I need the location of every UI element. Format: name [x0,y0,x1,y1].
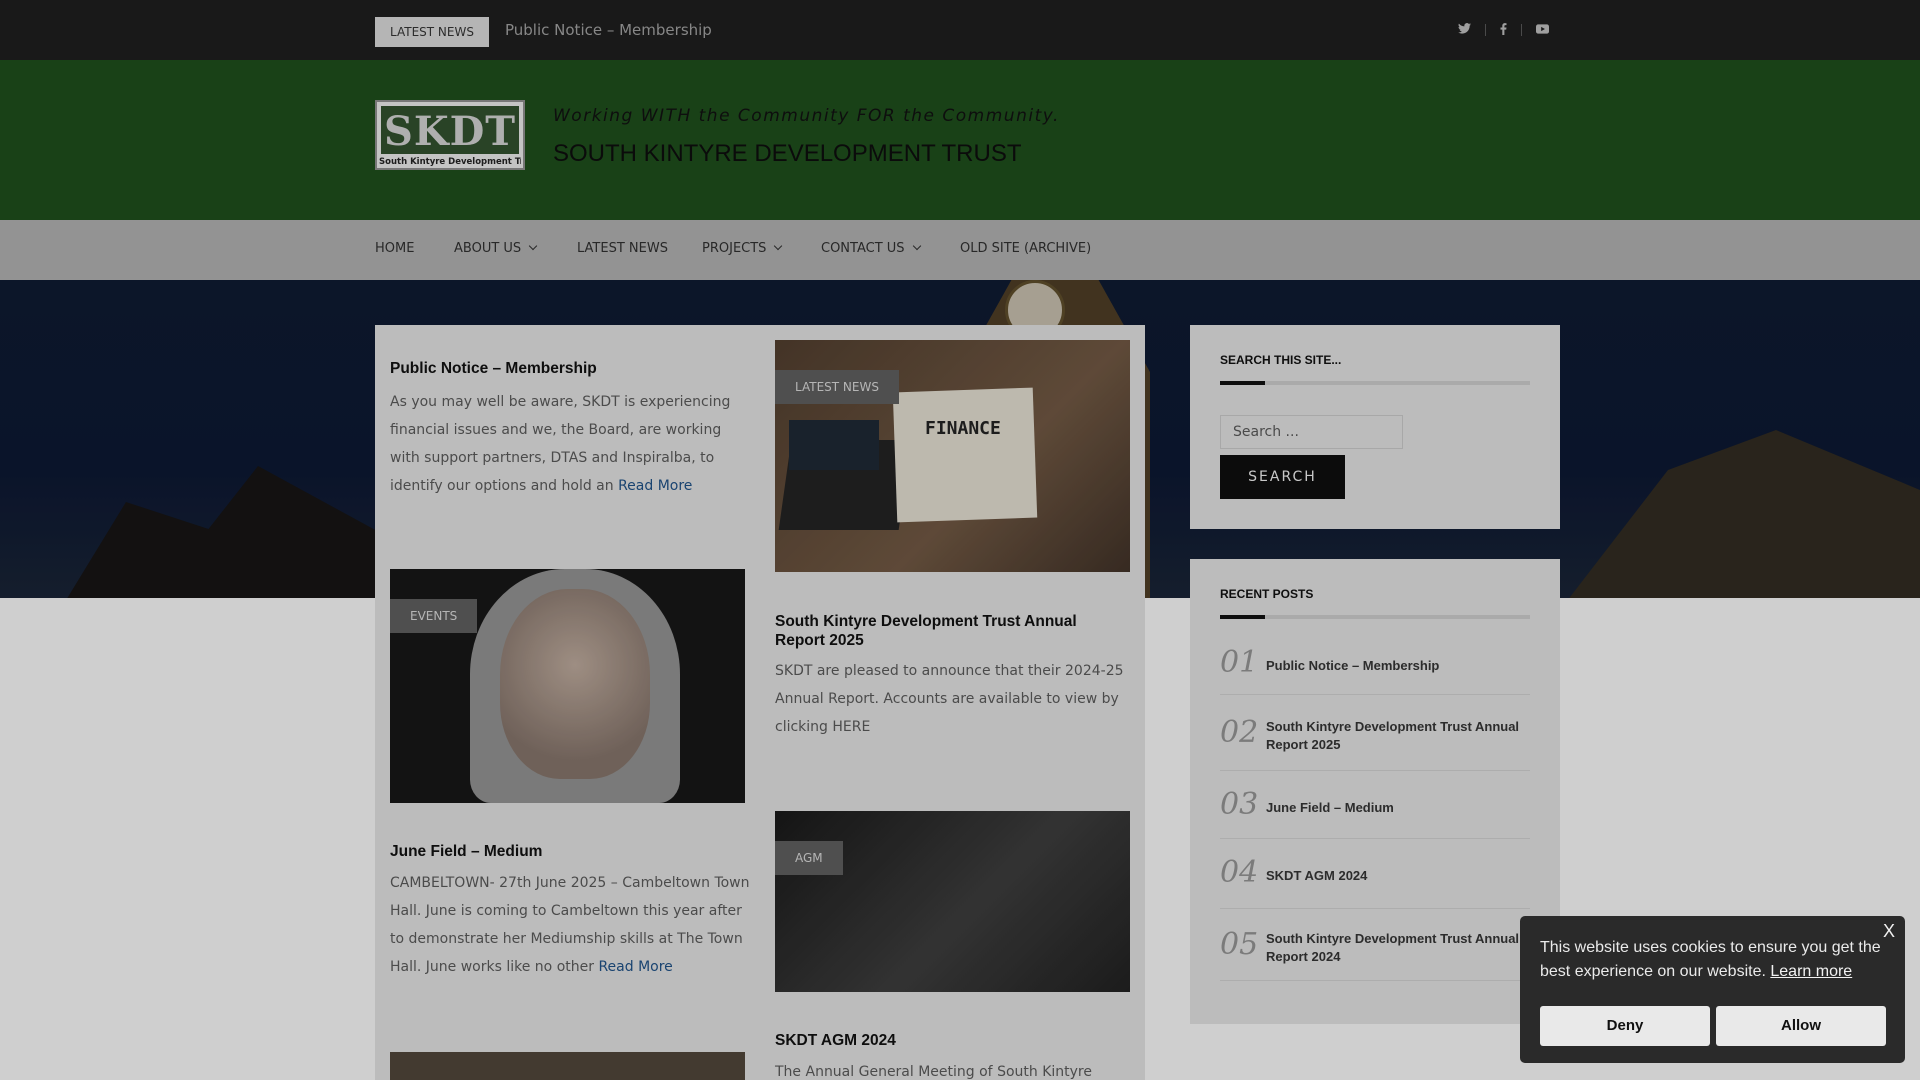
widget-divider [1220,381,1530,385]
recent-post-number: 04 [1220,855,1259,890]
nav-item-label: LATEST NEWS [577,241,668,256]
logo-subtext: South Kintyre Development Trust [379,157,521,167]
read-more-link[interactable]: Read More [618,478,692,494]
recent-post-title[interactable]: South Kintyre Development Trust Annual R… [1266,718,1528,754]
recent-post-title[interactable]: South Kintyre Development Trust Annual R… [1266,930,1528,966]
post-title[interactable]: Public Notice – Membership [390,359,597,378]
post-title[interactable]: June Field – Medium [390,842,542,861]
facebook-icon[interactable] [1500,22,1507,38]
nav-item-latest-news[interactable]: LATEST NEWS [577,241,668,256]
post-excerpt: The Annual General Meeting of South Kint… [775,1064,1092,1080]
read-more-link[interactable]: Read More [598,959,672,975]
portrait-face-graphic [500,589,650,779]
social-links [1458,20,1549,40]
nav-item-home[interactable]: HOME [375,241,414,256]
top-bar: LATEST NEWS Public Notice – Membership [0,0,1920,60]
hero-rooftop [1560,430,1920,598]
recent-post-number: 01 [1220,645,1259,680]
paper-graphic [892,387,1038,523]
post-title[interactable]: SKDT AGM 2024 [775,1031,896,1050]
nav-item-label: HOME [375,241,415,256]
twitter-icon[interactable] [1458,23,1471,37]
chevron-down-icon [912,241,921,251]
deny-button[interactable]: Deny [1540,1006,1710,1046]
post-excerpt: As you may well be aware, SKDT is experi… [390,388,750,500]
category-tag[interactable]: LATEST NEWS [775,370,899,404]
widget-divider [1220,615,1530,619]
nav-item-about-us[interactable]: ABOUT US [454,241,538,256]
post-thumbnail[interactable]: FINANCE LATEST NEWS [775,340,1130,572]
post-thumbnail[interactable]: AGM [775,811,1130,992]
nav-item-label: ABOUT US [454,241,522,256]
recent-post-number: 05 [1220,927,1259,962]
logo-wordmark: SKDT [383,108,517,155]
post-excerpt: CAMBELTOWN- 27th June 2025 – Cambeltown … [390,869,750,981]
laptop-screen-graphic [789,420,879,470]
social-separator [1521,24,1522,36]
recent-post-title[interactable]: SKDT AGM 2024 [1266,867,1528,885]
category-tag[interactable]: EVENTS [390,599,478,633]
search-button[interactable]: SEARCH [1220,455,1345,499]
allow-button[interactable]: Allow [1716,1006,1886,1046]
post-thumbnail[interactable]: EVENTS [390,569,745,803]
recent-post-number: 03 [1220,787,1259,822]
social-separator [1485,24,1486,36]
search-widget: SEARCH THIS SITE... Search ... SEARCH [1190,325,1560,529]
chevron-down-icon [774,241,783,251]
widget-divider-accent [1220,381,1265,385]
recent-post-item[interactable]: 01 Public Notice – Membership [1220,639,1530,695]
news-ticker-link[interactable]: Public Notice – Membership [505,21,712,39]
youtube-icon[interactable] [1536,23,1549,37]
learn-more-link[interactable]: Learn more [1770,963,1852,980]
recent-post-title[interactable]: Public Notice – Membership [1266,657,1528,675]
cookie-consent-popup: X This website uses cookies to ensure yo… [1520,916,1905,1063]
image-finance-text: FINANCE [925,418,1001,439]
post-excerpt-text: CAMBELTOWN- 27th June 2025 – Cambeltown … [390,875,750,975]
post-title[interactable]: South Kintyre Development Trust Annual R… [775,612,1130,650]
recent-posts-widget: RECENT POSTS 01 Public Notice – Membersh… [1190,559,1560,1024]
recent-post-item[interactable]: 02 South Kintyre Development Trust Annua… [1220,701,1530,771]
recent-post-number: 02 [1220,715,1259,750]
site-tagline: Working WITH the Community FOR the Commu… [553,106,1060,126]
main-nav: HOME ABOUT US LATEST NEWS PROJECTS CONTA… [0,220,1920,280]
cookie-message: This website uses cookies to ensure you … [1540,936,1890,984]
nav-item-label: CONTACT US [821,241,905,256]
hero-rooftop [60,466,390,598]
recent-post-title[interactable]: June Field – Medium [1266,799,1528,817]
widget-divider-accent [1220,615,1265,619]
search-input[interactable]: Search ... [1220,415,1403,449]
nav-item-label: PROJECTS [702,241,767,256]
nav-item-label: OLD SITE (ARCHIVE) [960,241,1092,256]
post-thumbnail[interactable] [390,1052,745,1080]
latest-news-tag: LATEST NEWS [375,17,489,47]
nav-item-contact-us[interactable]: CONTACT US [821,241,921,256]
widget-title: RECENT POSTS [1220,587,1314,601]
chevron-down-icon [528,241,538,251]
category-tag[interactable]: AGM [775,841,843,875]
recent-post-item[interactable]: 04 SKDT AGM 2024 [1220,845,1530,909]
post-excerpt: SKDT are pleased to announce that their … [775,663,1124,735]
site-logo[interactable]: SKDT South Kintyre Development Trust [375,100,525,170]
nav-item-old-site[interactable]: OLD SITE (ARCHIVE) [960,241,1091,256]
nav-item-projects[interactable]: PROJECTS [702,241,783,256]
recent-post-item[interactable]: 03 June Field – Medium [1220,777,1530,839]
site-title[interactable]: SOUTH KINTYRE DEVELOPMENT TRUST [553,140,1022,168]
widget-title: SEARCH THIS SITE... [1220,353,1342,367]
recent-post-item[interactable]: 05 South Kintyre Development Trust Annua… [1220,915,1530,981]
logo-emblem: SKDT [381,106,519,154]
